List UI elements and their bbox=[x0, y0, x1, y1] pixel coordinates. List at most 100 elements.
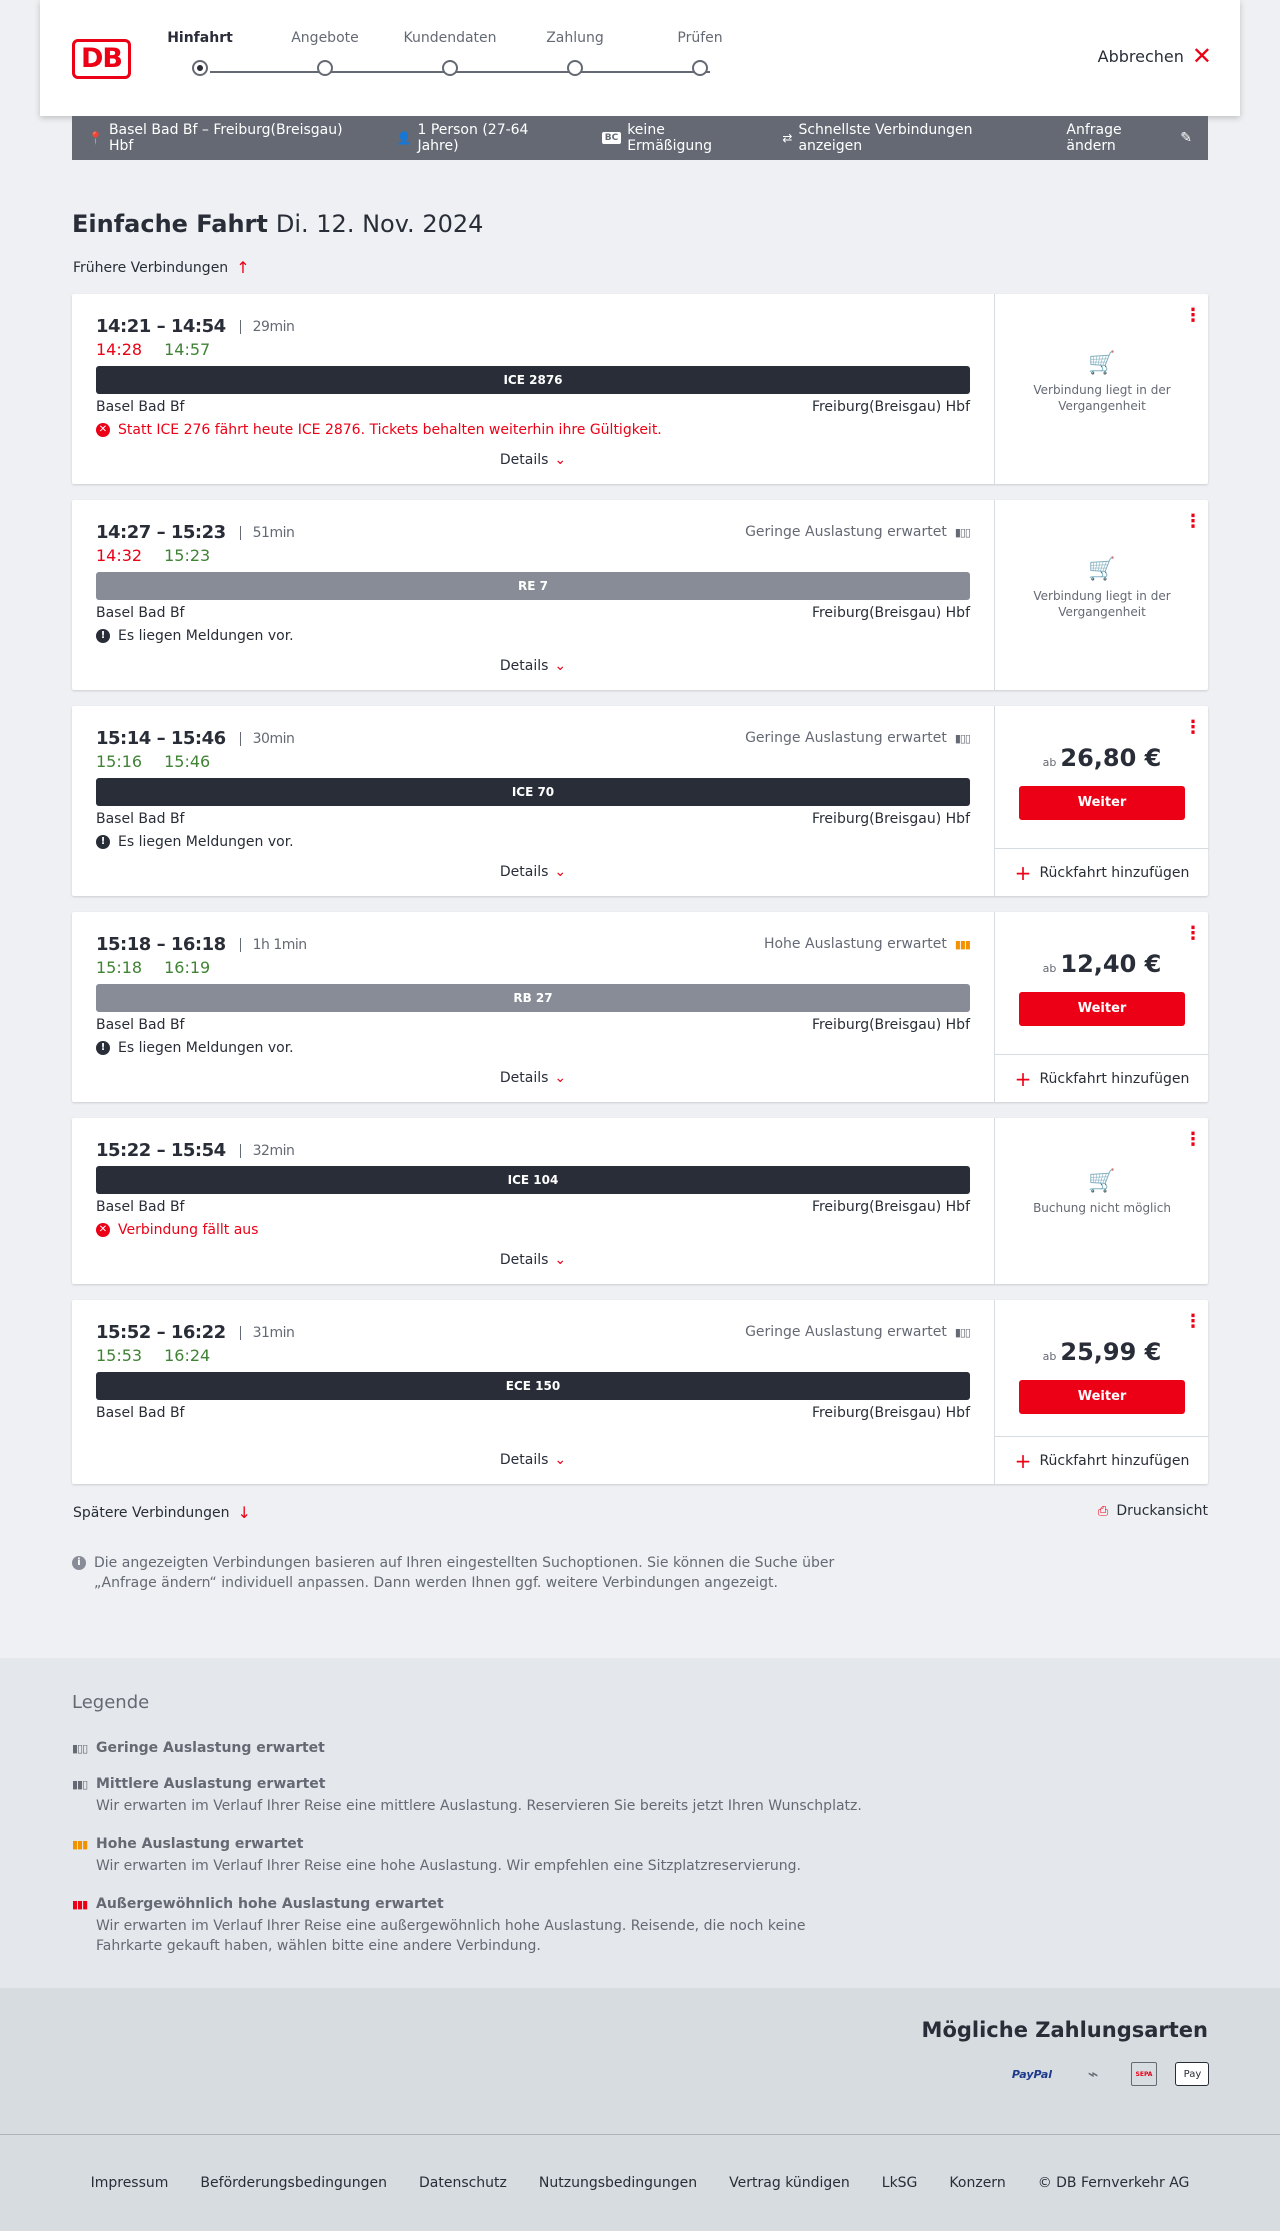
train-bar[interactable]: ICE 70 bbox=[96, 778, 970, 806]
db-logo[interactable]: DB bbox=[72, 39, 131, 79]
add-return-label: Rückfahrt hinzufügen bbox=[1039, 1070, 1190, 1087]
to-station: Freiburg(Breisgau) Hbf bbox=[811, 1017, 970, 1033]
details-label: Details bbox=[499, 658, 549, 674]
error-icon: ✕ bbox=[96, 1223, 110, 1237]
details-toggle[interactable]: Details ⌄ bbox=[72, 658, 994, 674]
details-toggle[interactable]: Details ⌄ bbox=[72, 864, 994, 880]
message-text: Statt ICE 276 fährt heute ICE 2876. Tick… bbox=[118, 422, 662, 438]
connection-times: 14:27 – 15:23 51min bbox=[96, 522, 295, 543]
more-options-icon[interactable]: ⋮ bbox=[1184, 307, 1202, 325]
realtime-arrival: 15:23 bbox=[164, 546, 211, 565]
train-bar[interactable]: ECE 150 bbox=[96, 1372, 970, 1400]
step-zahlung[interactable]: Zahlung bbox=[525, 30, 625, 76]
legend-section: Legende ▮▯▯ Geringe Auslastung erwartet ▮… bbox=[0, 1658, 1280, 1988]
print-view-link[interactable]: ⎙ Druckansicht bbox=[1098, 1503, 1208, 1519]
to-station: Freiburg(Breisgau) Hbf bbox=[811, 1199, 970, 1215]
footer-link-befoerderungsbedingungen[interactable]: Beförderungsbedingungen bbox=[200, 2175, 387, 2191]
more-options-icon[interactable]: ⋮ bbox=[1184, 925, 1202, 943]
details-toggle[interactable]: Details ⌄ bbox=[72, 1452, 994, 1468]
step-dot bbox=[317, 60, 333, 76]
price-value: 26,80 € bbox=[1060, 744, 1162, 772]
realtime-arrival: 16:19 bbox=[164, 958, 211, 977]
more-options-icon[interactable]: ⋮ bbox=[1184, 1313, 1202, 1331]
cancel-button[interactable]: Abbrechen ✕ bbox=[1098, 44, 1212, 68]
legend-item-desc: Wir erwarten im Verlauf Ihrer Reise eine… bbox=[96, 1918, 806, 1954]
low-load-icon: ▮▯▯ bbox=[954, 525, 971, 539]
duration: 29min bbox=[239, 319, 295, 334]
footer-link-lksg[interactable]: LkSG bbox=[882, 2175, 918, 2191]
step-angebote[interactable]: Angebote bbox=[275, 30, 375, 76]
from-station: Basel Bad Bf bbox=[96, 811, 185, 827]
realtime-departure: 14:32 bbox=[96, 546, 143, 565]
price-value: 12,40 € bbox=[1060, 950, 1162, 978]
earlier-connections-link[interactable]: Frühere Verbindungen ↑ bbox=[73, 258, 250, 277]
load-indicator: Geringe Auslastung erwartet ▮▯▯ bbox=[745, 524, 971, 540]
train-bar[interactable]: ICE 104 bbox=[96, 1166, 970, 1194]
step-dot bbox=[442, 60, 458, 76]
footer-link-datenschutz[interactable]: Datenschutz bbox=[419, 2175, 507, 2191]
connection-card[interactable]: 14:21 – 14:54 29min 14:28 14:57 ICE 2876 B… bbox=[72, 294, 1208, 484]
more-options-icon[interactable]: ⋮ bbox=[1184, 1131, 1202, 1149]
chevron-down-icon: ⌄ bbox=[554, 864, 567, 880]
change-label: Anfrage ändern bbox=[1066, 122, 1122, 154]
realtime-arrival: 14:57 bbox=[164, 340, 211, 359]
add-return-button[interactable]: + Rückfahrt hinzufügen bbox=[995, 1436, 1209, 1484]
realtime: 15:18 16:19 bbox=[96, 958, 210, 977]
continue-button[interactable]: Weiter bbox=[1019, 786, 1185, 820]
bahncard-icon: BC bbox=[601, 132, 622, 144]
arrow-up-icon: ↑ bbox=[236, 258, 250, 277]
offer-panel: ⋮ 🛒 Verbindung liegt in der Vergangenheit bbox=[994, 294, 1208, 484]
details-toggle[interactable]: Details ⌄ bbox=[72, 1070, 994, 1086]
legend-item-desc: Wir erwarten im Verlauf Ihrer Reise eine… bbox=[96, 1798, 862, 1814]
discount-text: keine Ermäßigung bbox=[627, 122, 713, 154]
payment-section: Mögliche Zahlungsarten PayPal ⌁ SEPA Pay bbox=[0, 1988, 1280, 2134]
footer-link-vertrag-kuendigen[interactable]: Vertrag kündigen bbox=[729, 2175, 850, 2191]
message: ! Es liegen Meldungen vor. bbox=[96, 1040, 294, 1056]
connection-times: 15:18 – 16:18 1h 1min bbox=[96, 934, 307, 955]
more-options-icon[interactable]: ⋮ bbox=[1184, 513, 1202, 531]
connection-card[interactable]: 15:18 – 16:18 1h 1min 15:18 16:19 Hohe Aus… bbox=[72, 912, 1209, 1102]
stations: Basel Bad Bf Freiburg(Breisgau) Hbf bbox=[96, 605, 970, 621]
high-load-icon: ▮▮▮ bbox=[72, 1837, 88, 1851]
step-pruefen[interactable]: Prüfen bbox=[650, 30, 750, 76]
connection-card[interactable]: 15:52 – 16:22 31min 15:53 16:24 Geringe Au… bbox=[72, 1300, 1209, 1484]
footer-link-impressum[interactable]: Impressum bbox=[91, 2175, 169, 2191]
train-bar[interactable]: RE 7 bbox=[96, 572, 970, 600]
connection-card[interactable]: 15:22 – 15:54 32min ICE 104 Basel Bad Bf F… bbox=[72, 1118, 1208, 1284]
details-toggle[interactable]: Details ⌄ bbox=[72, 1252, 994, 1268]
chevron-down-icon: ⌄ bbox=[554, 452, 567, 468]
price: ab 26,80 € bbox=[995, 744, 1209, 772]
continue-button[interactable]: Weiter bbox=[1019, 992, 1185, 1026]
footer: Impressum Beförderungsbedingungen Datens… bbox=[0, 2134, 1280, 2231]
change-request-button[interactable]: Anfrage ändern ✎ bbox=[1066, 122, 1192, 154]
message-text: Es liegen Meldungen vor. bbox=[118, 628, 294, 644]
step-label: Prüfen bbox=[677, 30, 723, 46]
continue-button[interactable]: Weiter bbox=[1019, 1380, 1185, 1414]
train-bar[interactable]: ICE 2876 bbox=[96, 366, 970, 394]
legend-item: ▮▯▯ Geringe Auslastung erwartet bbox=[72, 1740, 872, 1756]
footer-link-nutzungsbedingungen[interactable]: Nutzungsbedingungen bbox=[539, 2175, 697, 2191]
stations: Basel Bad Bf Freiburg(Breisgau) Hbf bbox=[96, 1405, 970, 1421]
step-kundendaten[interactable]: Kundendaten bbox=[400, 30, 500, 76]
add-return-button[interactable]: + Rückfahrt hinzufügen bbox=[995, 848, 1209, 896]
train-bar[interactable]: RB 27 bbox=[96, 984, 970, 1012]
connection-card[interactable]: 14:27 – 15:23 51min 14:32 15:23 Geringe Au… bbox=[72, 500, 1208, 690]
error-icon: ✕ bbox=[96, 423, 110, 437]
later-label: Spätere Verbindungen bbox=[73, 1504, 230, 1521]
route-text: Basel Bad Bf – Freiburg(Breisgau) Hbf bbox=[108, 122, 343, 154]
legend-item-title: Mittlere Auslastung erwartet bbox=[96, 1776, 326, 1792]
hint-text: Die angezeigten Verbindungen basieren au… bbox=[94, 1555, 835, 1591]
discount-info: BC keine Ermäßigung bbox=[601, 122, 751, 154]
high-load-icon: ▮▮▮ bbox=[954, 937, 971, 951]
footer-link-konzern[interactable]: Konzern bbox=[949, 2175, 1005, 2191]
step-hinfahrt[interactable]: Hinfahrt bbox=[150, 30, 250, 76]
connection-card[interactable]: 15:14 – 15:46 30min 15:16 15:46 Geringe Au… bbox=[72, 706, 1209, 896]
later-connections-link[interactable]: Spätere Verbindungen ↓ bbox=[73, 1503, 251, 1522]
connection-times: 15:14 – 15:46 30min bbox=[96, 728, 295, 749]
more-options-icon[interactable]: ⋮ bbox=[1184, 719, 1202, 737]
add-return-button[interactable]: + Rückfahrt hinzufügen bbox=[995, 1054, 1209, 1102]
printer-icon: ⎙ bbox=[1097, 1503, 1109, 1519]
details-toggle[interactable]: Details ⌄ bbox=[72, 452, 994, 468]
trip-type: Einfache Fahrt bbox=[72, 210, 268, 238]
apple-pay-label: Pay bbox=[1183, 2068, 1202, 2080]
